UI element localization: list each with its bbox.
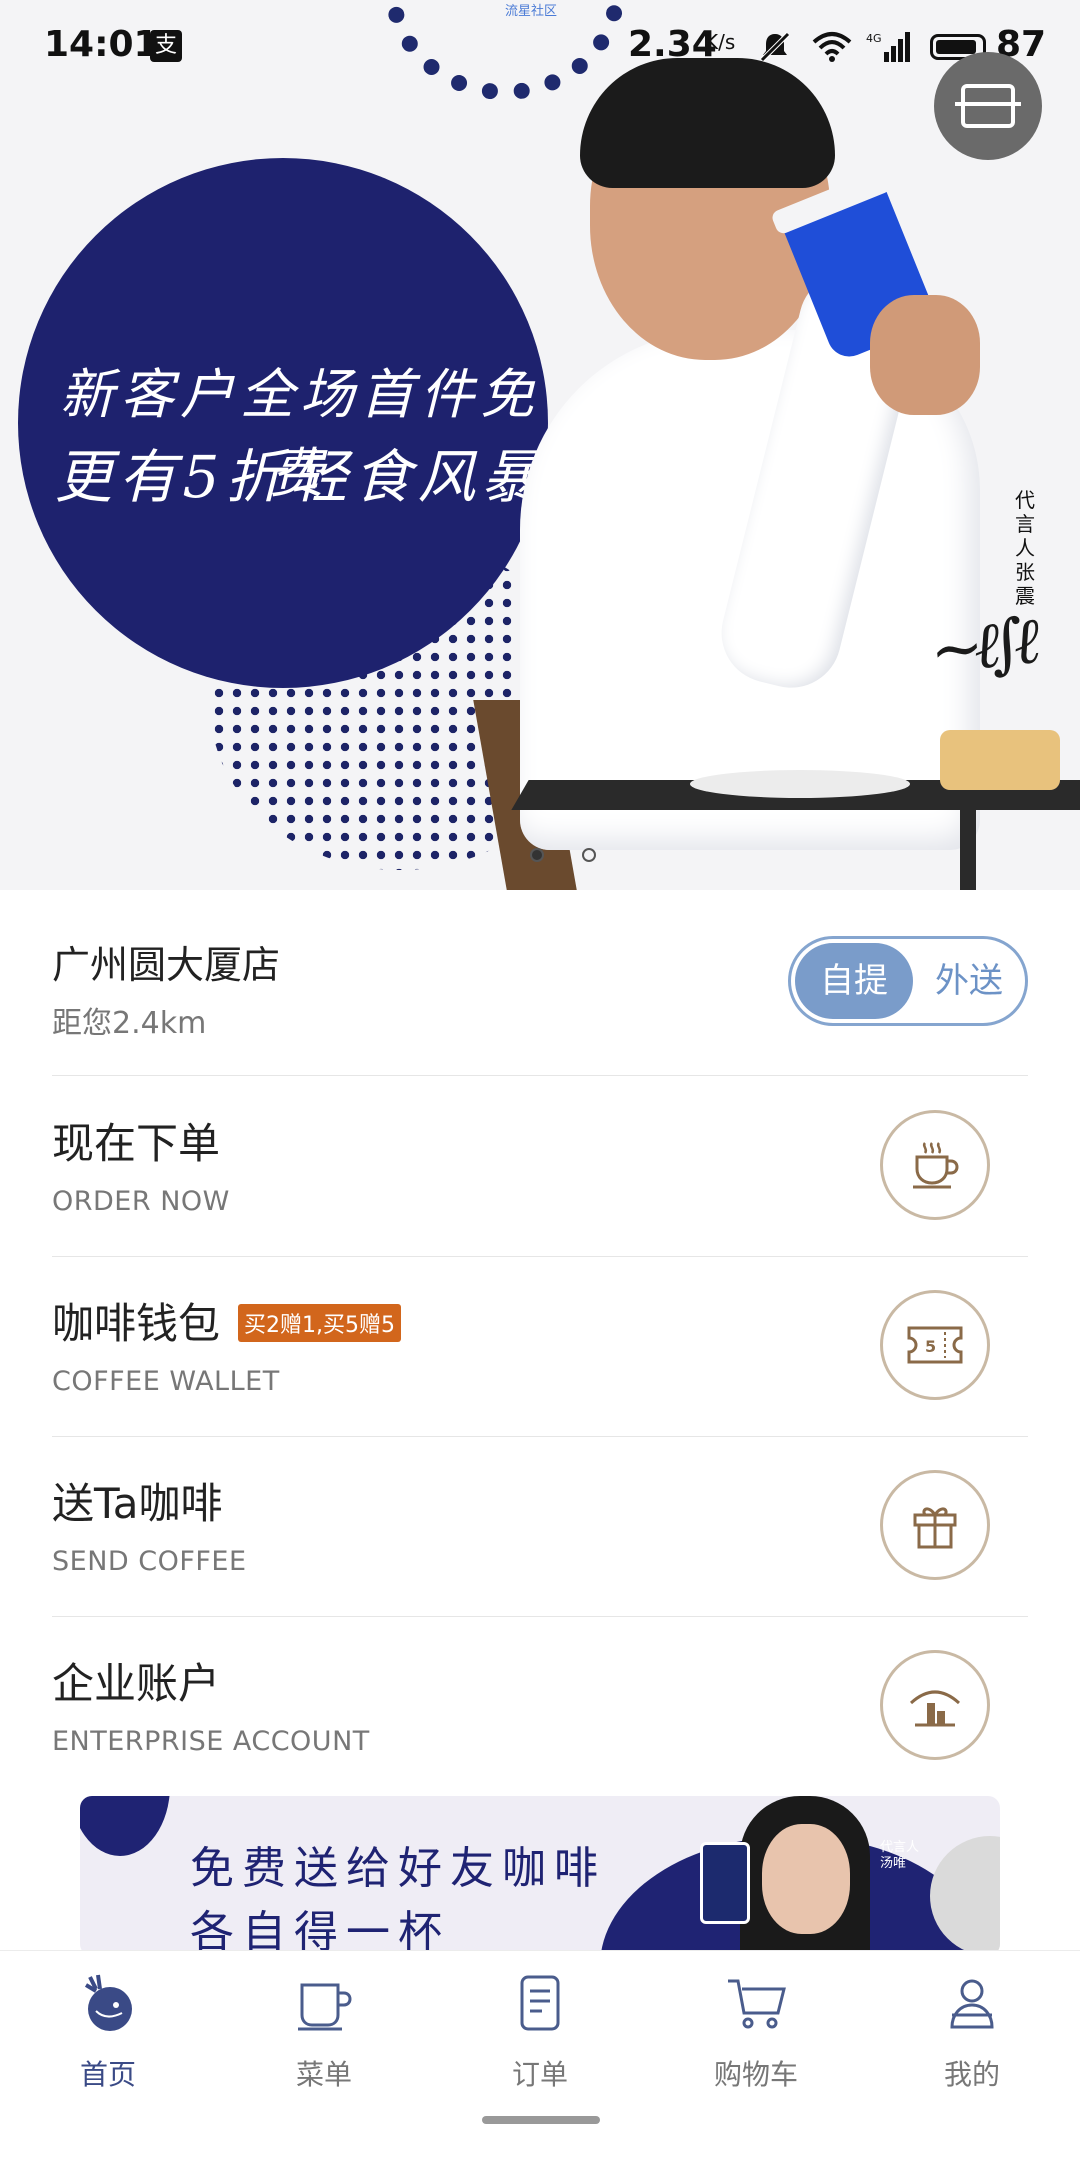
hero-pager <box>530 848 596 862</box>
hero-person-hand <box>870 295 980 415</box>
nav-label: 菜单 <box>295 2058 352 2091</box>
pickup-delivery-toggle[interactable]: 自提 外送 <box>788 936 1028 1026</box>
nav-label: 首页 <box>79 2058 136 2091</box>
row-subtitle: SEND COFFEE <box>52 1546 247 1577</box>
row-title: 送Ta咖啡 <box>52 1479 223 1528</box>
promo-corner-decoration <box>80 1796 170 1856</box>
nav-tab-menu[interactable]: 菜单 <box>216 1951 432 2101</box>
promo-badge: 买2赠1,买5赠5 <box>238 1304 401 1342</box>
nav-tab-cart[interactable]: 购物车 <box>648 1951 864 2101</box>
menu-cup-icon <box>292 1971 356 2035</box>
store-name: 广州圆大厦店 <box>52 943 281 987</box>
bottom-navigation: 首页 菜单 订单 购物车 我的 <box>0 1950 1080 2161</box>
row-subtitle: COFFEE WALLET <box>52 1366 280 1397</box>
promo-line1: 免费送给好友咖啡 <box>190 1843 606 1894</box>
profile-icon <box>940 1971 1004 2035</box>
hero-sandwich <box>940 730 1060 790</box>
promo-line2: 各自得一杯 <box>190 1907 450 1956</box>
toggle-pickup[interactable]: 自提 <box>795 943 913 1019</box>
home-indicator[interactable] <box>482 2116 600 2124</box>
scan-icon <box>955 84 1021 128</box>
store-distance: 距您2.4km <box>52 1006 207 1041</box>
nav-label: 订单 <box>511 2058 568 2091</box>
hero-table-leg <box>960 810 976 890</box>
promo-banner[interactable]: 免费送给好友咖啡 各自得一杯 代言人 汤唯 <box>80 1796 1000 1956</box>
gift-icon <box>880 1470 990 1580</box>
nav-tab-profile[interactable]: 我的 <box>864 1951 1080 2101</box>
store-selector[interactable]: 广州圆大厦店 距您2.4km 自提 外送 <box>52 930 1028 1076</box>
promo-person-image <box>700 1796 880 1956</box>
row-title: 企业账户 <box>52 1659 221 1708</box>
wifi-icon <box>812 30 852 71</box>
row-subtitle: ENTERPRISE ACCOUNT <box>52 1726 370 1757</box>
row-title: 咖啡钱包 <box>52 1299 221 1348</box>
cellular-signal-icon: 4G <box>866 30 910 71</box>
network-speed: 2.34 <box>628 24 717 65</box>
scan-button[interactable] <box>934 52 1042 160</box>
cart-icon <box>724 1971 788 2035</box>
pager-dot <box>530 848 544 862</box>
row-order-now[interactable]: 现在下单 ORDER NOW <box>52 1076 1028 1257</box>
pager-dot <box>582 848 596 862</box>
network-speed-unit: K/s <box>705 30 736 54</box>
promo-endorser-label: 代言人 汤唯 <box>880 1840 920 1871</box>
hero-plate <box>690 770 910 798</box>
order-list-icon <box>508 1971 572 2035</box>
mute-bell-icon <box>758 30 792 71</box>
toggle-delivery[interactable]: 外送 <box>913 943 1025 1019</box>
svg-text:4G: 4G <box>866 32 882 45</box>
ticket-icon: 5 <box>880 1290 990 1400</box>
hero-endorser-label: 代言人张震 <box>1015 488 1035 608</box>
row-subtitle: ORDER NOW <box>52 1186 230 1217</box>
row-send-coffee[interactable]: 送Ta咖啡 SEND COFFEE <box>52 1436 1028 1617</box>
deer-home-icon <box>76 1971 140 2035</box>
nav-label: 购物车 <box>713 2058 798 2091</box>
nav-tab-home[interactable]: 首页 <box>0 1951 216 2101</box>
hero-banner[interactable]: 流星社区 新客户全场首件免费 更有5折轻食风暴 代言人张震 ~ℓ∫ℓ <box>0 0 1080 890</box>
nav-label: 我的 <box>943 2058 1000 2091</box>
status-bar: 14:01 支 2.34 K/s 4G 87 <box>0 0 1080 96</box>
row-enterprise-account[interactable]: 企业账户 ENTERPRISE ACCOUNT <box>52 1616 1028 1796</box>
nav-tab-orders[interactable]: 订单 <box>432 1951 648 2101</box>
status-time: 14:01 <box>44 24 159 65</box>
row-title: 现在下单 <box>52 1119 221 1168</box>
svg-text:5: 5 <box>925 1337 936 1356</box>
row-coffee-wallet[interactable]: 咖啡钱包 买2赠1,买5赠5 COFFEE WALLET 5 <box>52 1256 1028 1437</box>
building-icon <box>880 1650 990 1760</box>
hero-signature: ~ℓ∫ℓ <box>926 604 1034 690</box>
coffee-cup-icon <box>880 1110 990 1220</box>
alipay-icon: 支 <box>150 30 182 62</box>
hero-headline-line2: 更有5折轻食风暴 <box>54 443 546 511</box>
